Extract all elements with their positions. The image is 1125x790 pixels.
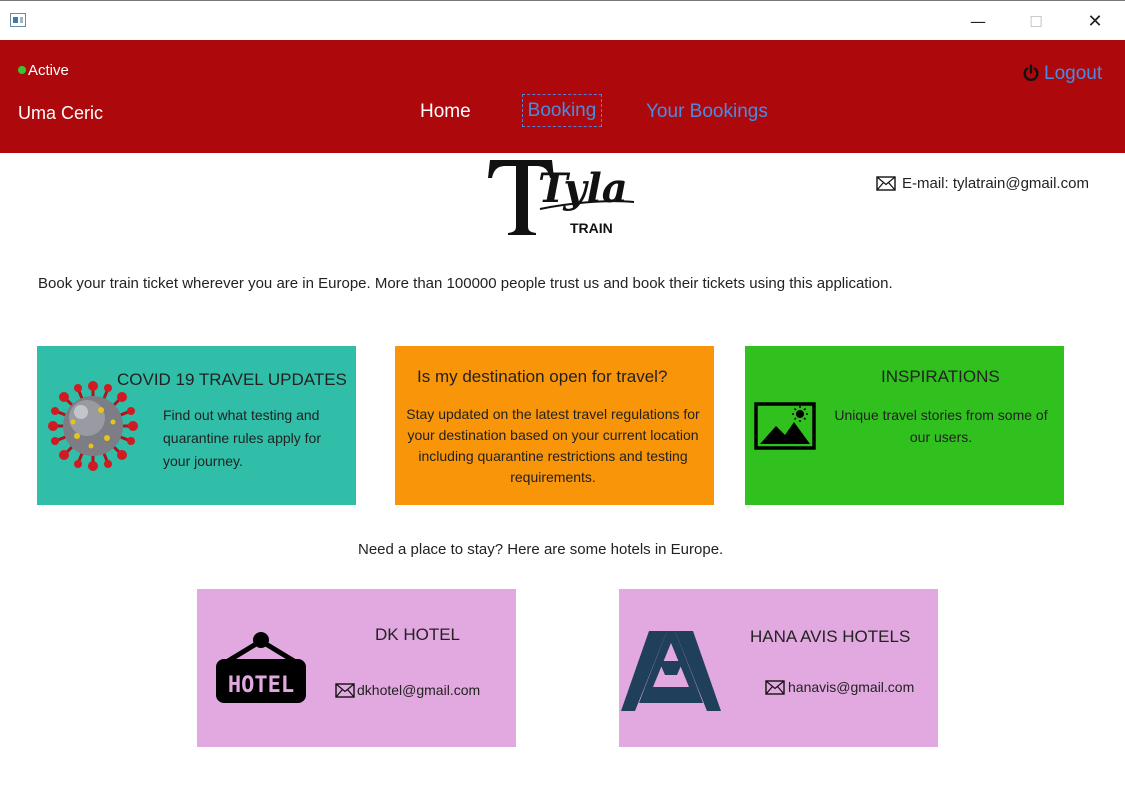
hotel-email-text: dkhotel@gmail.com	[357, 682, 481, 698]
nav-home-link[interactable]: Home	[420, 101, 471, 123]
hotels-intro-text: Need a place to stay? Here are some hote…	[358, 541, 724, 558]
user-status: Active	[18, 62, 69, 79]
hotel-sign-icon: HOTEL	[216, 632, 306, 703]
hotel-email: hanavis@gmail.com	[765, 679, 914, 695]
logo-subtitle: TRAIN	[570, 220, 613, 236]
logo-script-text: Tyla	[538, 165, 628, 212]
maximize-button[interactable]: ☐	[1013, 9, 1059, 35]
close-button[interactable]: ✕	[1072, 9, 1118, 35]
card-title: INSPIRATIONS	[881, 367, 1000, 386]
card-title: COVID 19 TRAVEL UPDATES	[117, 370, 347, 389]
image-icon	[754, 402, 816, 450]
minimize-button[interactable]: —	[955, 9, 1001, 35]
window-titlebar: — ☐ ✕	[0, 0, 1125, 40]
power-icon	[1023, 64, 1039, 82]
app-icon	[10, 13, 26, 27]
hotel-email-text: hanavis@gmail.com	[788, 679, 915, 695]
hotel-email: dkhotel@gmail.com	[335, 682, 480, 698]
hana-avis-logo	[621, 631, 721, 711]
covid-updates-card[interactable]: COVID 19 TRAVEL UPDATES Find out what te…	[37, 346, 356, 505]
hotel-name: DK HOTEL	[375, 625, 461, 644]
nav-your-bookings-link[interactable]: Your Bookings	[646, 101, 768, 123]
mail-icon	[765, 680, 785, 695]
intro-text: Book your train ticket wherever you are …	[38, 275, 893, 292]
contact-email-text: E-mail: tylatrain@gmail.com	[902, 175, 1089, 192]
logout-label: Logout	[1044, 63, 1103, 84]
username-label: Uma Ceric	[18, 103, 104, 123]
hotel-card-hana-avis[interactable]: HANA AVIS HOTELS hanavis@gmail.com	[619, 589, 938, 747]
inspirations-card[interactable]: INSPIRATIONS Unique travel stories from …	[745, 346, 1064, 505]
contact-email: E-mail: tylatrain@gmail.com	[876, 175, 1089, 192]
status-label: Active	[28, 62, 69, 79]
logout-button[interactable]: Logout	[1022, 63, 1102, 85]
hotel-card-dk[interactable]: HOTEL DK HOTEL dkhotel@gmail.com	[197, 589, 516, 747]
mail-icon	[876, 176, 896, 191]
hotel-name: HANA AVIS HOTELS	[750, 627, 911, 646]
card-description: Stay updated on the latest travel regula…	[406, 406, 700, 485]
card-description: Unique travel stories from some of our u…	[834, 407, 1048, 445]
hotel-sign-text: HOTEL	[228, 673, 294, 698]
virus-icon	[48, 381, 138, 471]
nav-booking-link[interactable]: Booking	[522, 94, 602, 127]
card-description: Find out what testing and quarantine rul…	[163, 407, 321, 469]
card-title: Is my destination open for travel?	[417, 367, 668, 386]
mail-icon	[335, 683, 355, 698]
top-nav-bar: Active Uma Ceric Home Booking Your Booki…	[0, 40, 1125, 153]
status-dot-icon	[18, 66, 26, 74]
destination-open-card[interactable]: Is my destination open for travel? Stay …	[395, 346, 714, 505]
tyla-train-logo: Tyla TRAIN	[484, 154, 644, 240]
